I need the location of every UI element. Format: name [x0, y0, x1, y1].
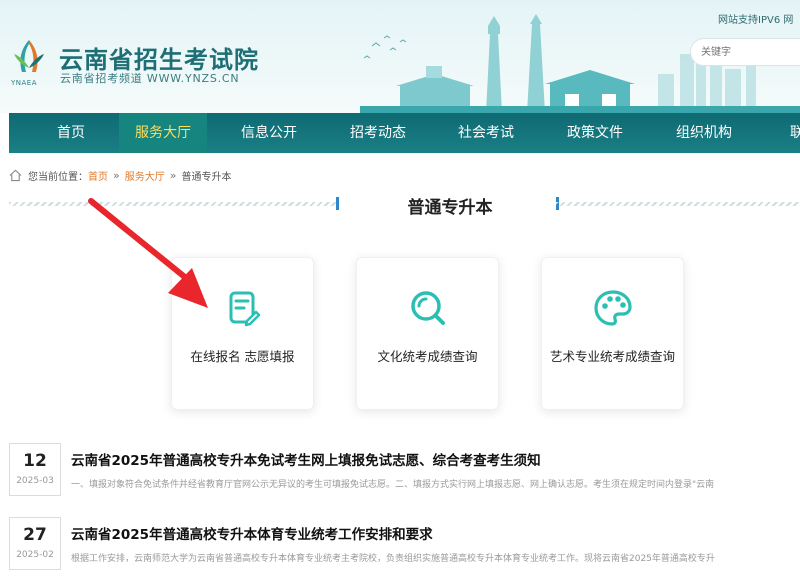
date-badge: 27 2025-02	[9, 517, 61, 570]
date-day: 12	[23, 451, 47, 471]
palette-icon	[593, 290, 632, 326]
date-day: 27	[23, 525, 47, 545]
date-year-month: 2025-03	[16, 476, 54, 486]
breadcrumb-home[interactable]: 首页	[88, 168, 108, 183]
card-online-registration[interactable]: 在线报名 志愿填报	[171, 257, 314, 410]
card-label: 文化统考成绩查询	[377, 349, 478, 364]
home-icon	[9, 169, 22, 181]
nav-item-social-exams[interactable]: 社会考试	[446, 113, 526, 153]
section-divider-right	[556, 202, 800, 206]
card-culture-score-query[interactable]: 文化统考成绩查询	[356, 257, 499, 410]
card-label: 艺术专业统考成绩查询	[550, 349, 676, 364]
breadcrumb-current: 普通专升本	[181, 171, 232, 183]
news-summary: 一、填报对象符合免试条件并经省教育厅官网公示无异议的考生可填报免试志愿。二、填报…	[71, 480, 715, 490]
news-title-link[interactable]: 云南省2025年普通高校专升本免试考生网上填报免试志愿、综合考查考生须知	[71, 449, 541, 469]
nav-item-organization[interactable]: 组织机构	[664, 113, 744, 153]
nav-item-home[interactable]: 首页	[32, 113, 110, 153]
news-summary: 根据工作安排，云南师范大学为云南省普通高校专升本体育专业统考主考院校，负责组织实…	[71, 554, 715, 564]
section-tick-left	[336, 197, 339, 210]
breadcrumb-prefix: 您当前位置：	[28, 171, 88, 183]
breadcrumb-service-hall[interactable]: 服务大厅	[125, 168, 165, 183]
news-title-link[interactable]: 云南省2025年普通高校专升本体育专业统考工作安排和要求	[71, 523, 433, 543]
ipv6-notice: 网站支持IPV6 网	[718, 15, 794, 26]
breadcrumb-separator: »	[113, 168, 120, 182]
logo-caption: YNAEA	[11, 79, 38, 87]
nav-item-service-hall[interactable]: 服务大厅	[119, 113, 207, 153]
date-year-month: 2025-02	[16, 550, 54, 560]
form-edit-icon	[229, 291, 260, 327]
news-item[interactable]: 27 2025-02 云南省2025年普通高校专升本体育专业统考工作安排和要求 …	[9, 517, 800, 572]
breadcrumb: 您当前位置： 首页 » 服务大厅 » 普通专升本	[9, 166, 231, 184]
site-header: YNAEA 云南省招生考试院 云南省招考频道 WWW.YNZS.CN 网站支持I…	[0, 0, 800, 113]
card-art-score-query[interactable]: 艺术专业统考成绩查询	[541, 257, 684, 410]
main-nav: 首页 服务大厅 信息公开 招考动态 社会考试 政策文件 组织机构 联	[9, 113, 800, 153]
section-divider-left	[9, 202, 339, 206]
nav-item-policy-docs[interactable]: 政策文件	[555, 113, 635, 153]
nav-item-info-disclosure[interactable]: 信息公开	[229, 113, 309, 153]
news-item[interactable]: 12 2025-03 云南省2025年普通高校专升本免试考生网上填报免试志愿、综…	[9, 443, 800, 498]
breadcrumb-separator: »	[169, 168, 177, 182]
search-box[interactable]	[690, 38, 800, 66]
search-input[interactable]	[691, 39, 800, 65]
section-title: 普通专升本	[407, 198, 493, 218]
card-label: 在线报名 志愿填报	[190, 349, 295, 364]
site-subtitle: 云南省招考频道 WWW.YNZS.CN	[60, 72, 240, 85]
ynaea-logo	[14, 40, 44, 72]
nav-item-contact[interactable]: 联	[782, 113, 800, 153]
search-icon	[410, 291, 445, 325]
date-badge: 12 2025-03	[9, 443, 61, 496]
nav-item-exam-news[interactable]: 招考动态	[338, 113, 418, 153]
